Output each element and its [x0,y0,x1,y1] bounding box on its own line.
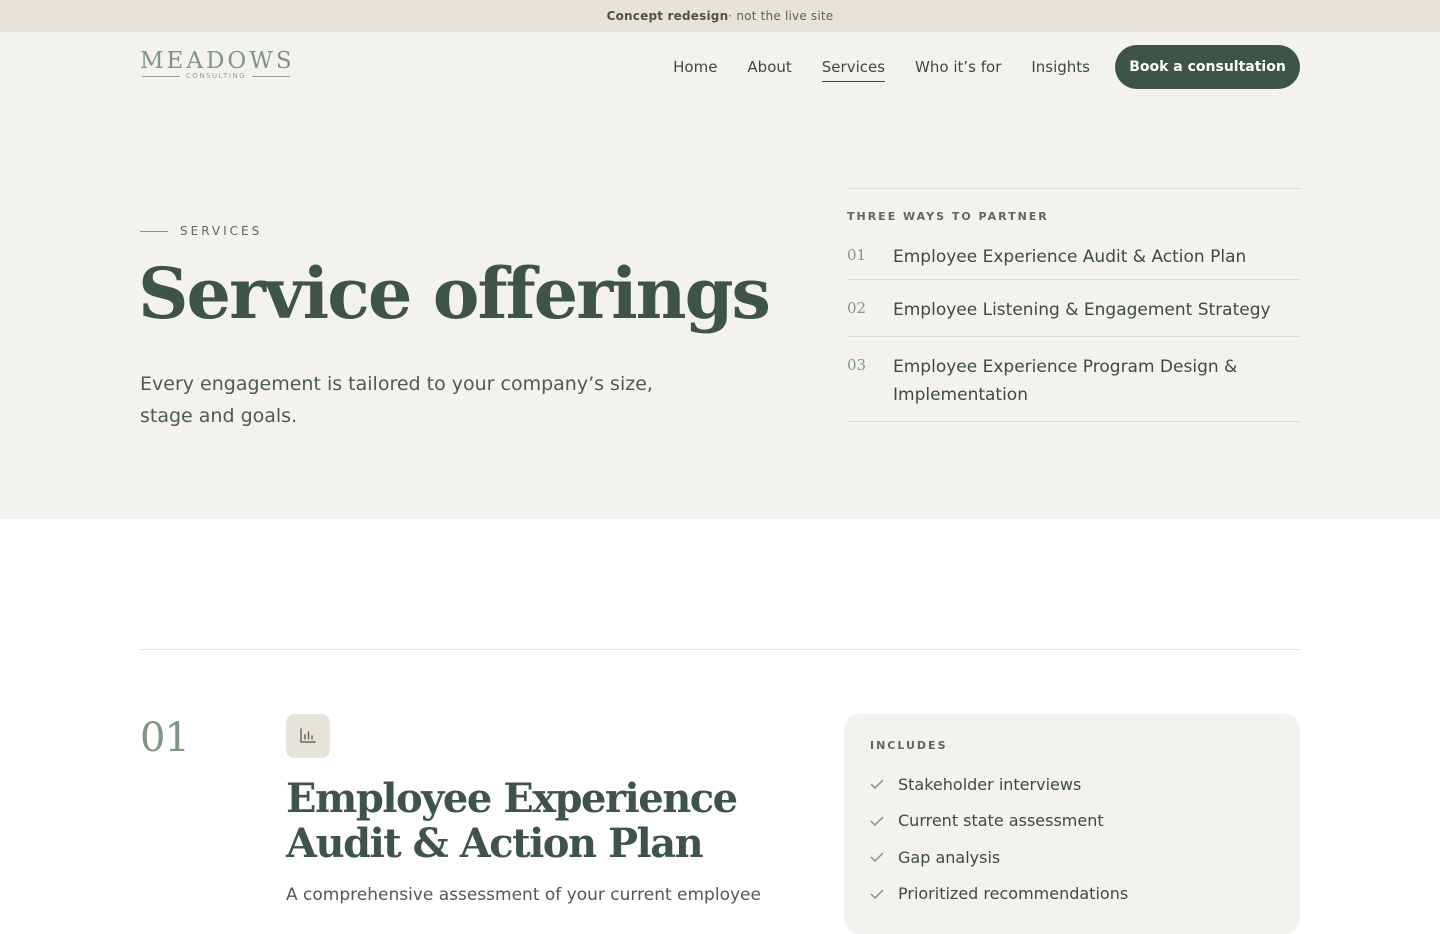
hero-section: SERVICES Service offerings Every engagem… [0,102,1440,519]
include-text: Prioritized recommendations [898,884,1129,904]
list-item: Gap analysis [870,839,1274,876]
book-consultation-button[interactable]: Book a consultation [1115,45,1300,89]
list-item: Stakeholder interviews [870,766,1274,803]
partner-item[interactable]: 01 Employee Experience Audit & Action Pl… [847,233,1300,280]
partner-item[interactable]: 02 Employee Listening & Engagement Strat… [847,280,1300,337]
eyebrow-label: SERVICES [180,224,263,238]
includes-card: INCLUDES Stakeholder interviews Current … [844,714,1300,934]
include-text: Gap analysis [898,847,1001,867]
logo-subtitle: CONSULTING [185,72,247,80]
nav-who-its-for[interactable]: Who it’s for [915,54,1001,80]
eyebrow-rule [140,230,168,232]
check-icon [870,852,898,863]
notice-strong: Concept redesign [606,9,729,23]
concept-notice-bar: Concept redesign · not the live site [0,0,1440,32]
check-icon [870,779,898,790]
service-title: Employee Experience Audit & Action Plan [286,775,738,867]
page-title: Service offerings [138,252,771,335]
partner-item[interactable]: 03 Employee Experience Program Design & … [847,337,1300,422]
partner-item-number: 03 [847,356,867,374]
section-divider [140,649,1300,650]
check-icon [870,816,898,826]
logo-rule-right [252,75,291,77]
partner-item-label: Employee Experience Audit & Action Plan [893,247,1247,267]
list-item: Prioritized recommendations [870,876,1274,913]
nav-insights[interactable]: Insights [1031,54,1090,80]
include-text: Current state assessment [898,811,1104,831]
notice-rest: · not the live site [728,9,834,23]
partner-item-label: Employee Experience Program Design & Imp… [893,357,1238,405]
check-icon [870,889,898,899]
nav-home[interactable]: Home [673,54,717,80]
service-description: A comprehensive assessment of your curre… [286,885,761,905]
partner-item-label: Employee Listening & Engagement Strategy [893,300,1271,320]
nav-about[interactable]: About [747,54,791,80]
partner-label: THREE WAYS TO PARTNER [847,210,1049,223]
hero-eyebrow: SERVICES [140,224,262,238]
partner-item-number: 01 [847,246,867,264]
includes-label: INCLUDES [870,739,948,752]
partner-item-number: 02 [847,299,867,317]
include-text: Stakeholder interviews [898,774,1082,794]
partner-list: THREE WAYS TO PARTNER 01 Employee Experi… [847,188,1300,422]
site-header: MEADOWS CONSULTING Home About Services W… [0,32,1440,102]
hero-subtitle: Every engagement is tailored to your com… [140,373,653,427]
logo-wordmark: MEADOWS [140,48,295,74]
service-number: 01 [140,715,190,761]
logo-rule-left [141,75,180,77]
logo[interactable]: MEADOWS CONSULTING [140,48,292,80]
nav-services[interactable]: Services [821,54,886,82]
list-item: Current state assessment [870,803,1274,840]
bar-chart-icon [286,714,330,758]
main-nav: Home About Services Who it’s for Insight… [673,45,1300,89]
service-section: 01 Employee Experience Audit & Action Pl… [0,519,1440,934]
